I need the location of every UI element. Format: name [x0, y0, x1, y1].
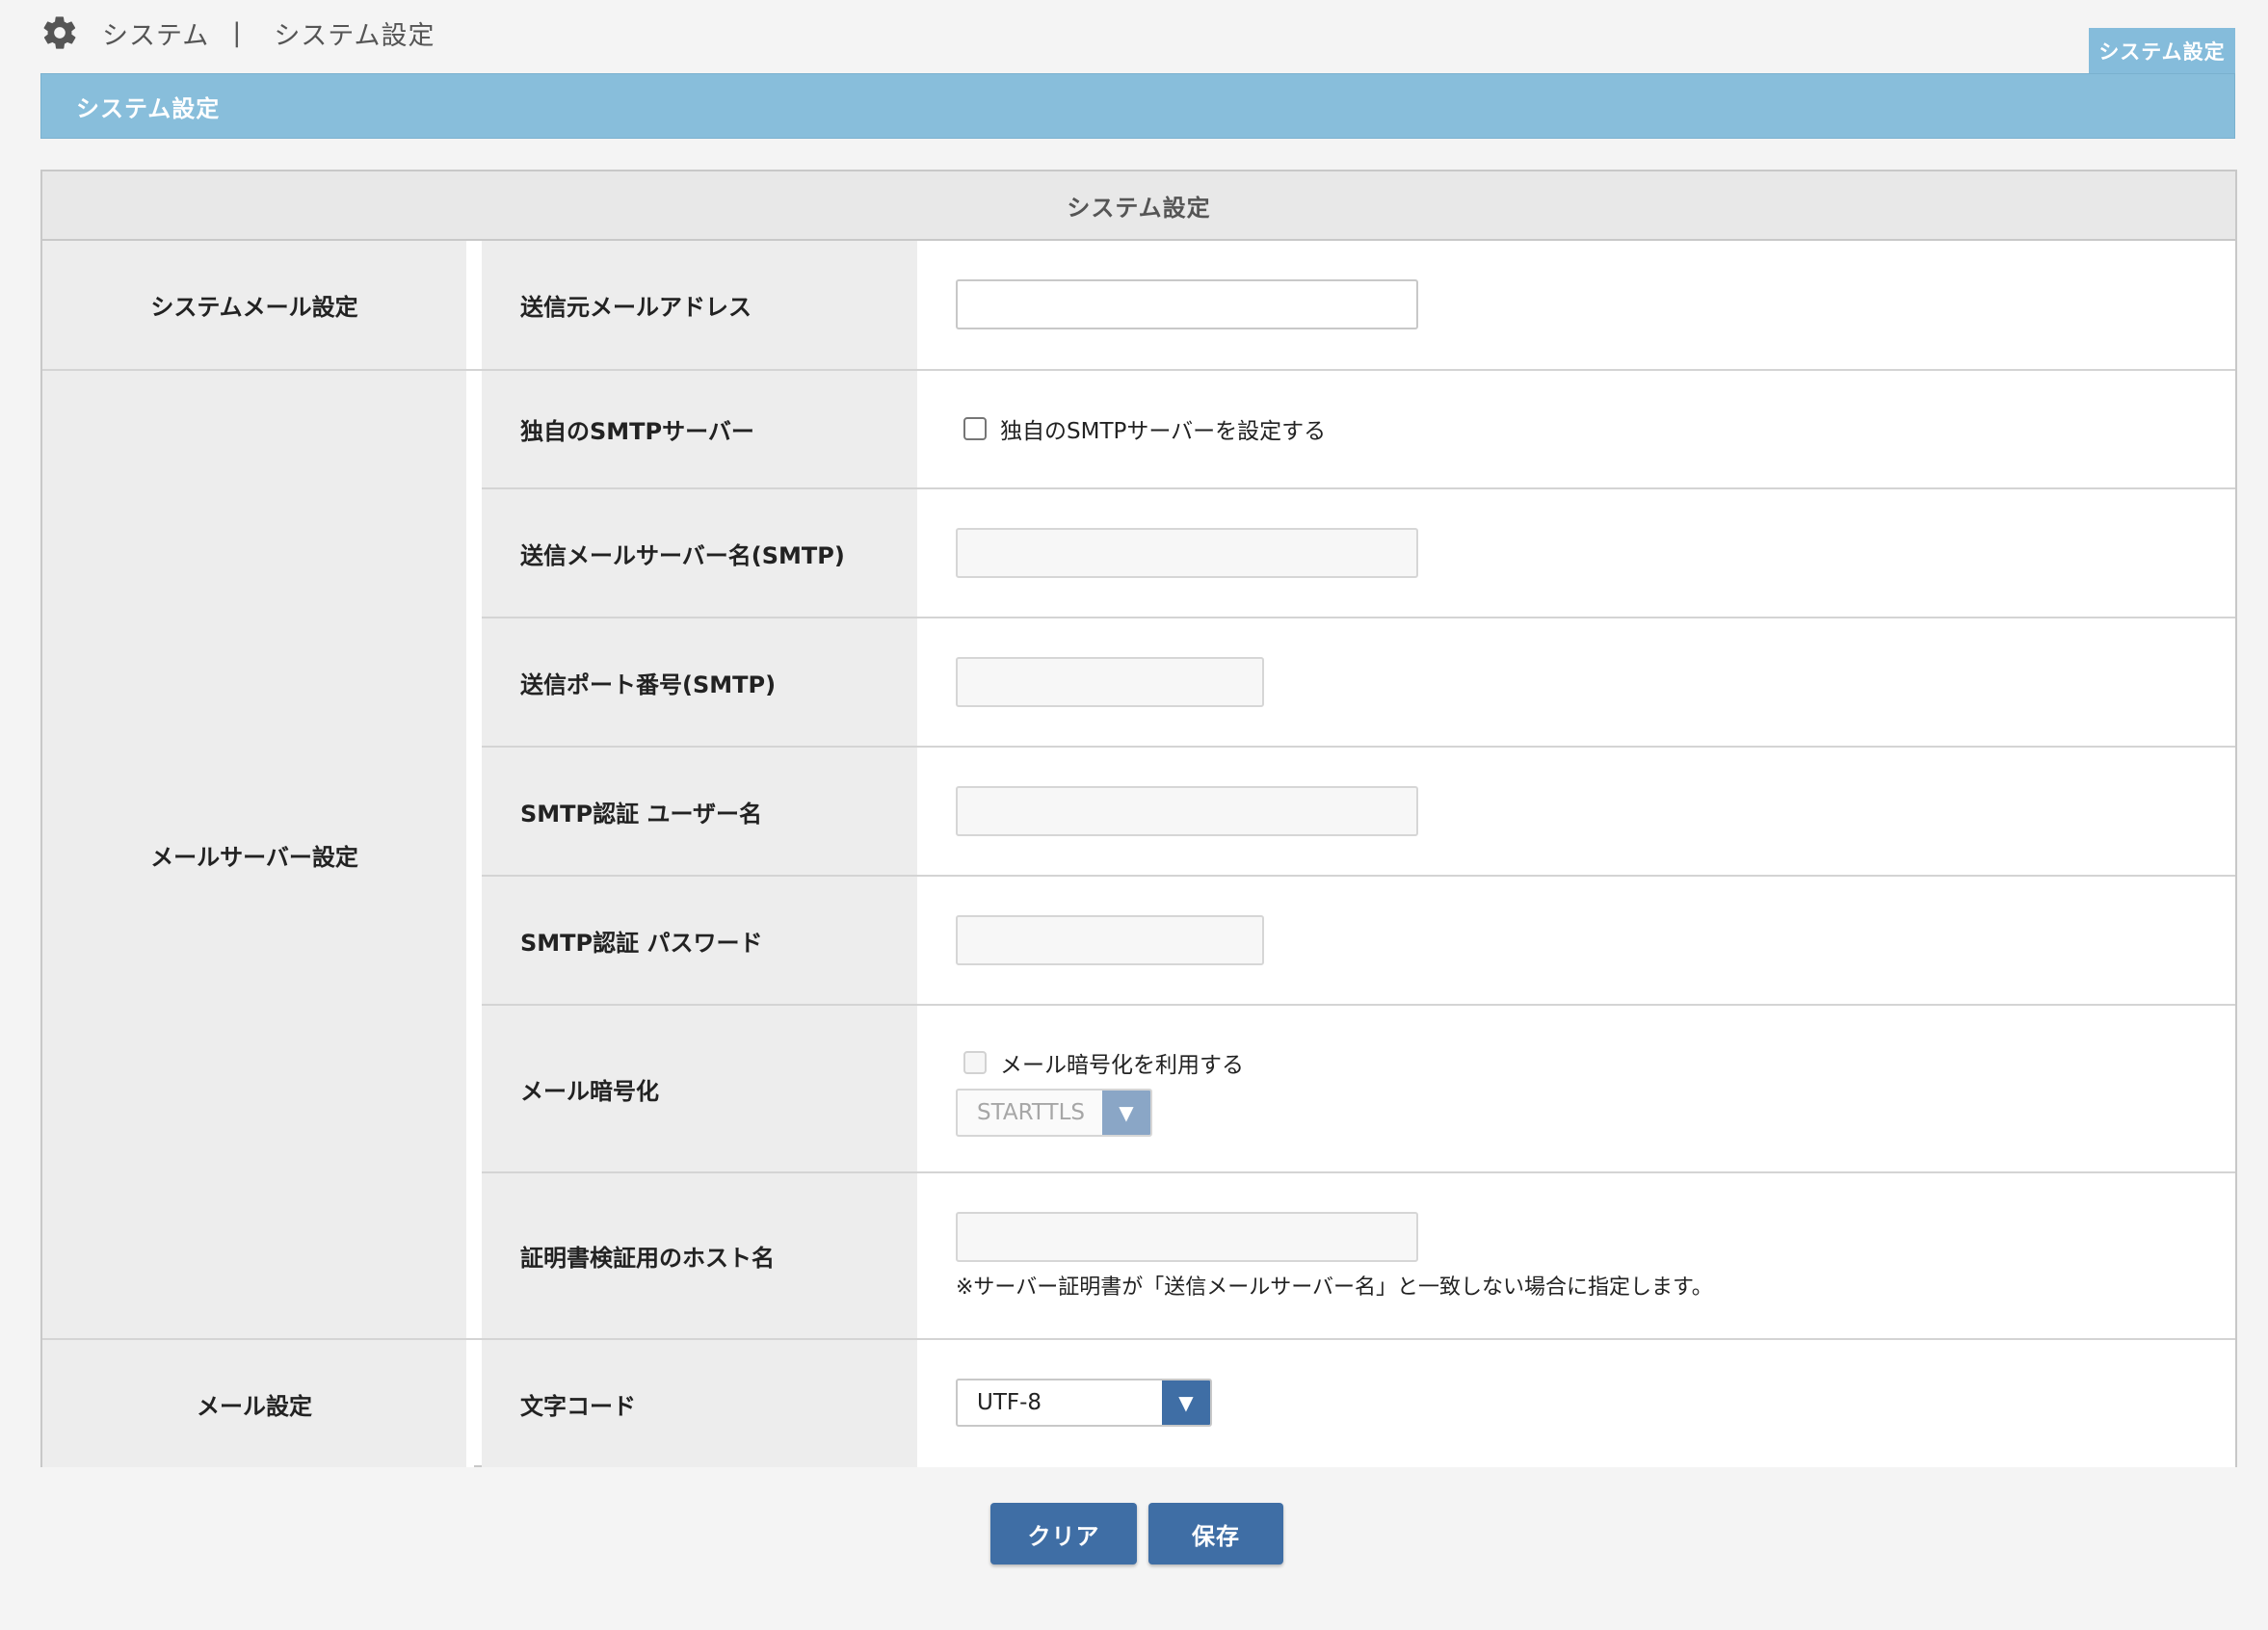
label-cert-host: 証明書検証用のホスト名	[482, 1173, 917, 1338]
label-smtp-user: SMTP認証 ユーザー名	[482, 748, 917, 875]
encryption-checkbox-label[interactable]: メール暗号化を利用する	[1000, 1046, 1244, 1079]
value-encryption: メール暗号化を利用する STARTTLS ▼	[917, 1006, 2235, 1171]
panel-title: システム設定	[42, 171, 2235, 241]
group-system-mail: システムメール設定	[42, 241, 474, 369]
label-charset: 文字コード	[482, 1340, 917, 1467]
charset-select[interactable]: UTF-8 ▼	[956, 1379, 1212, 1427]
page-tag: システム設定	[2089, 28, 2235, 74]
breadcrumb-section[interactable]: システム	[102, 14, 209, 52]
group-mail: メール設定	[42, 1340, 474, 1467]
label-custom-smtp: 独自のSMTPサーバー	[482, 371, 917, 487]
dropdown-arrow-icon[interactable]: ▼	[1162, 1380, 1210, 1425]
gear-icon	[43, 16, 76, 49]
charset-select-value: UTF-8	[977, 1390, 1042, 1415]
sender-address-input[interactable]	[956, 279, 1418, 329]
value-smtp-port	[917, 618, 2235, 746]
value-sender-address	[917, 241, 2235, 369]
page-title: システム設定	[40, 73, 2235, 139]
label-smtp-password: SMTP認証 パスワード	[482, 877, 917, 1004]
clear-button[interactable]: クリア	[990, 1503, 1137, 1564]
breadcrumb-current: システム設定	[274, 20, 435, 51]
custom-smtp-checkbox[interactable]	[963, 417, 987, 440]
encryption-option[interactable]: メール暗号化を利用する	[956, 1046, 2235, 1079]
custom-smtp-checkbox-label[interactable]: 独自のSMTPサーバーを設定する	[1000, 412, 1326, 445]
group-mail-server: メールサーバー設定	[42, 371, 474, 1338]
label-smtp-server: 送信メールサーバー名(SMTP)	[482, 489, 917, 617]
encryption-checkbox[interactable]	[963, 1051, 987, 1074]
value-smtp-password	[917, 877, 2235, 1004]
smtp-server-input[interactable]	[956, 528, 1418, 578]
value-smtp-server	[917, 489, 2235, 617]
value-custom-smtp: 独自のSMTPサーバーを設定する	[917, 371, 2235, 487]
encryption-select[interactable]: STARTTLS ▼	[956, 1089, 1152, 1137]
cert-host-note: ※サーバー証明書が「送信メールサーバー名」と一致しない場合に指定します。	[956, 1275, 1713, 1300]
custom-smtp-option[interactable]: 独自のSMTPサーバーを設定する	[956, 412, 2235, 445]
label-encryption: メール暗号化	[482, 1006, 917, 1171]
label-sender-address: 送信元メールアドレス	[482, 241, 917, 369]
value-charset: UTF-8 ▼	[917, 1340, 2235, 1467]
settings-panel: システム設定 システムメール設定 メールサーバー設定 メール設定 送信元メールア…	[40, 170, 2237, 1467]
breadcrumb-separator: |	[232, 17, 242, 48]
smtp-user-input[interactable]	[956, 786, 1418, 836]
encryption-select-value: STARTTLS	[977, 1100, 1086, 1125]
smtp-port-input[interactable]	[956, 657, 1264, 707]
label-smtp-port: 送信ポート番号(SMTP)	[482, 618, 917, 746]
cert-host-input[interactable]	[956, 1212, 1418, 1262]
breadcrumb: システム | システム設定	[40, 12, 435, 54]
smtp-password-input[interactable]	[956, 915, 1264, 965]
dropdown-arrow-icon[interactable]: ▼	[1102, 1091, 1150, 1135]
value-smtp-user	[917, 748, 2235, 875]
value-cert-host: ※サーバー証明書が「送信メールサーバー名」と一致しない場合に指定します。	[917, 1173, 2235, 1338]
save-button[interactable]: 保存	[1148, 1503, 1283, 1564]
